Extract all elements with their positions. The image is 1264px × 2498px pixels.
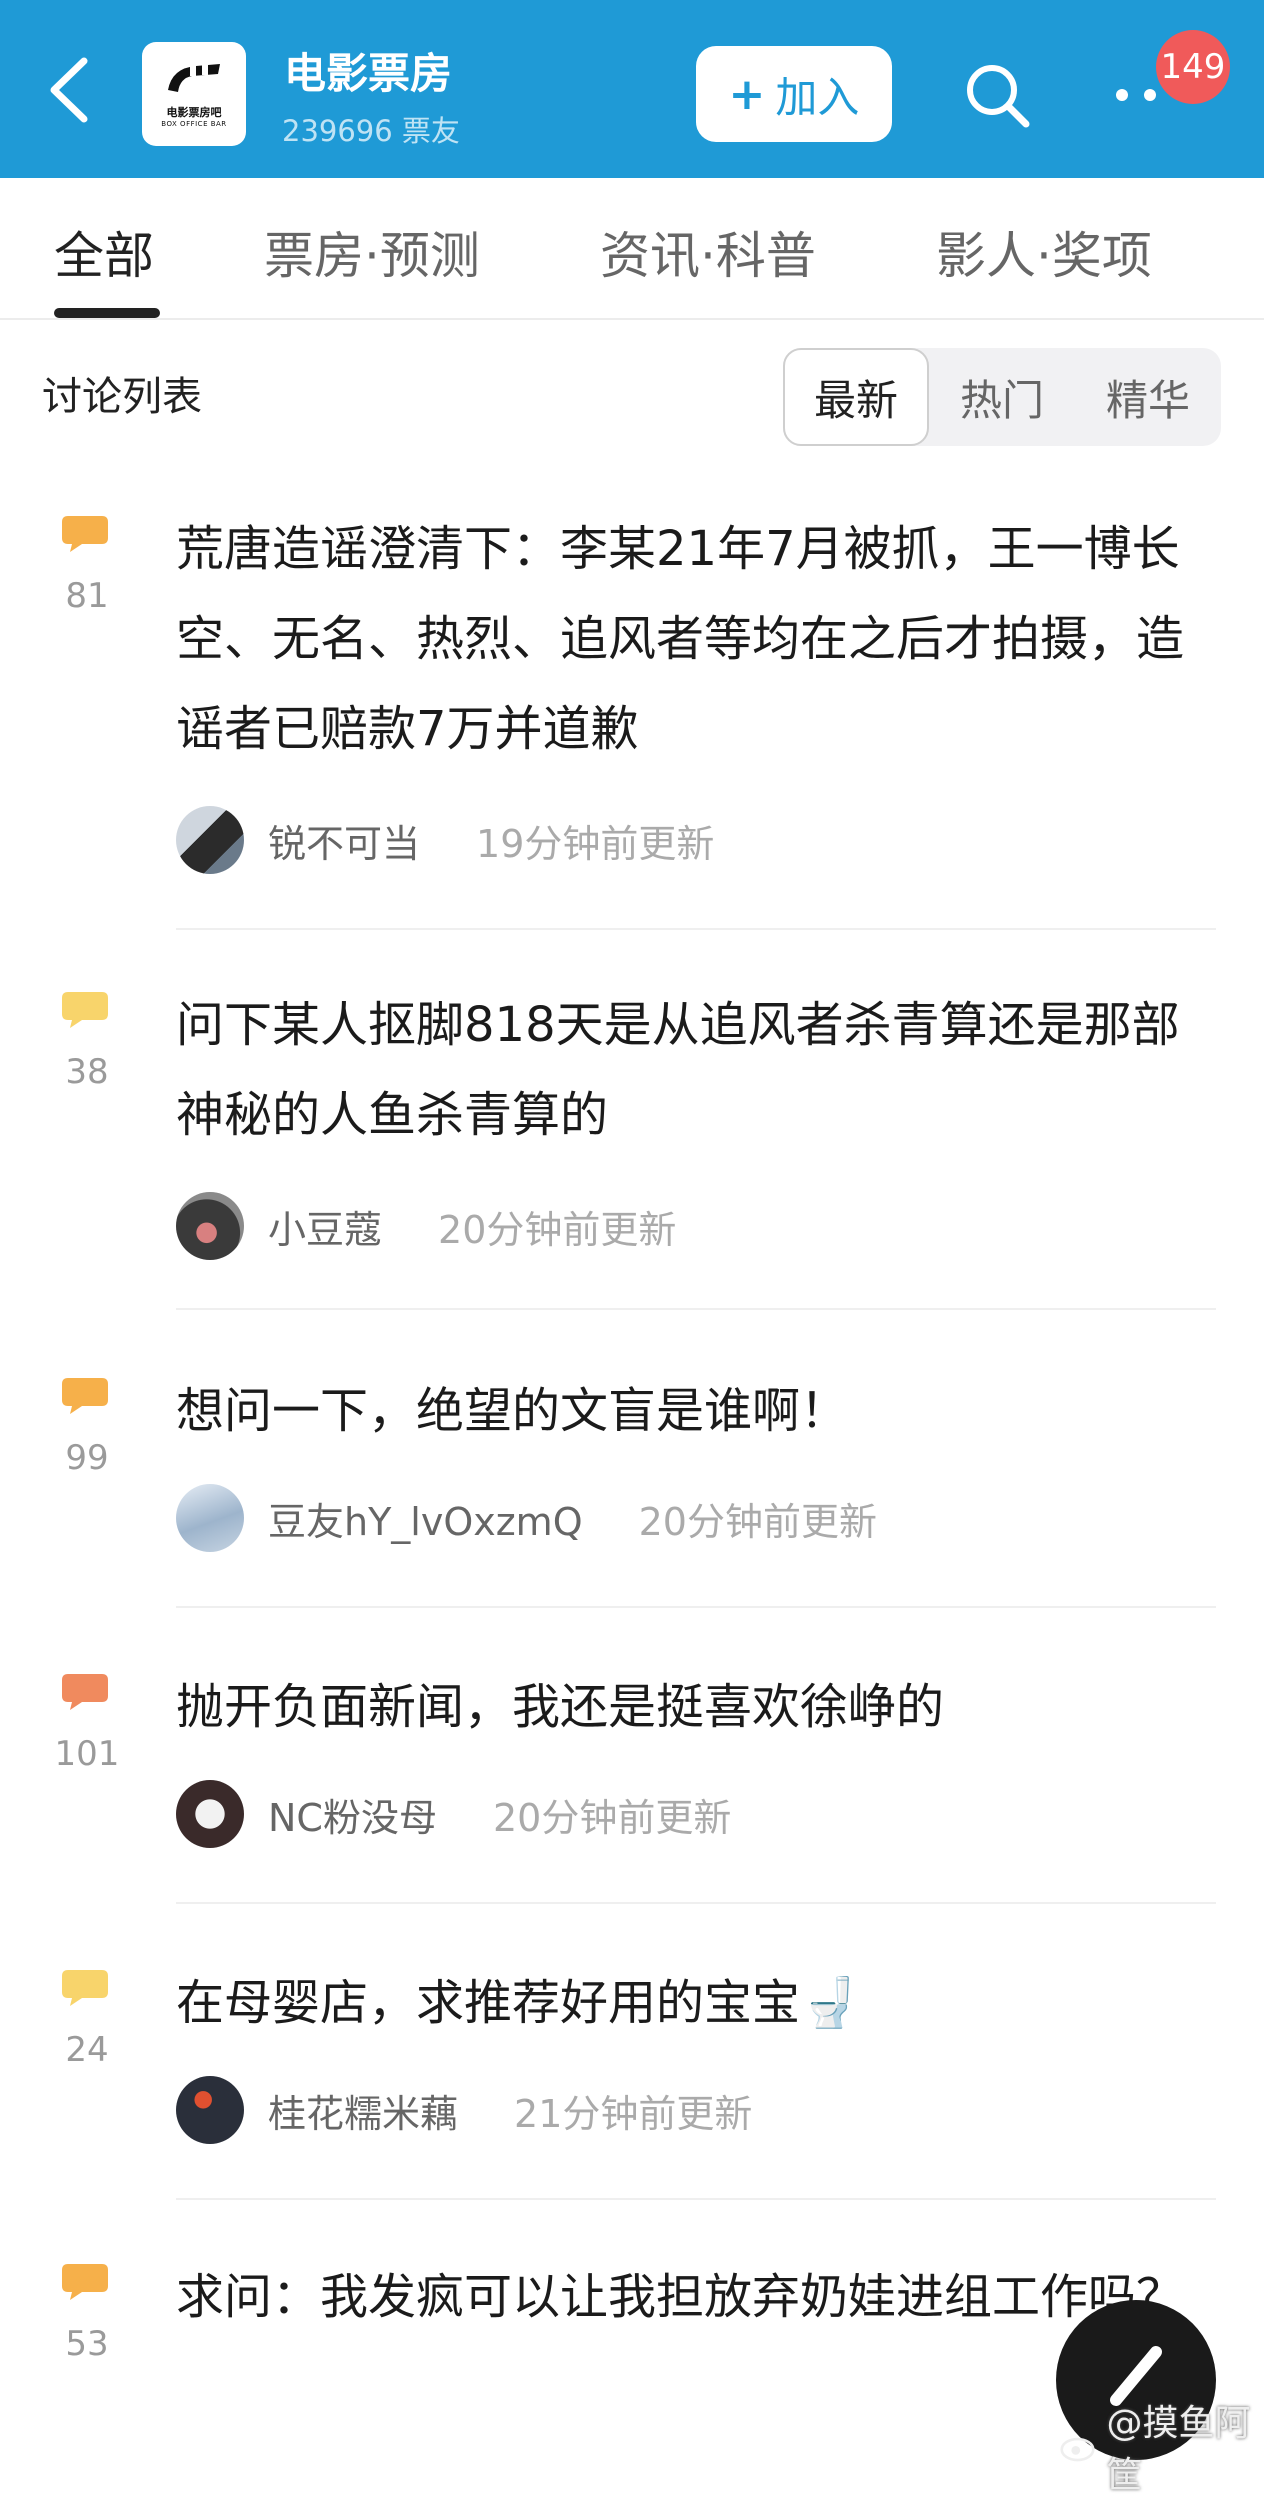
author-name[interactable]: 小豆蔻 [268,1199,382,1254]
divider [176,1606,1216,1608]
author-name[interactable]: 锐不可当 [268,813,420,868]
sort-toggle: 最新 热门 精华 [783,348,1221,446]
notification-badge[interactable]: 149 [1156,30,1230,104]
divider [176,928,1216,930]
watermark: @摸鱼阿筐 [1060,2394,1264,2498]
post-meta: NC粉没母 20分钟前更新 [176,1780,731,1848]
search-icon[interactable] [960,58,1036,134]
group-header: 电影票房吧 BOX OFFICE BAR 电影票房 239696 票友 + 加入… [0,0,1264,178]
update-time: 19分钟前更新 [476,813,714,868]
member-count: 239696 票友 [282,108,460,150]
post-title[interactable]: 求问：我发疯可以让我担放弃奶娃进组工作吗？ [176,2252,1196,2342]
comment-count: 53 [20,2324,154,2364]
tab-all[interactable]: 全部 [54,216,154,288]
group-name: 电影票房 [284,40,452,101]
avatar[interactable] [176,2076,244,2144]
active-tab-indicator [54,308,160,318]
tab-people-awards[interactable]: 影人·奖项 [936,216,1152,288]
comment-count: 81 [20,576,154,616]
comment-icon [62,516,108,552]
comment-icon [62,992,108,1028]
logo-text: 电影票房吧 [167,104,222,120]
comment-icon [62,1378,108,1414]
update-time: 21分钟前更新 [514,2083,752,2138]
sort-hot[interactable]: 热门 [929,348,1075,446]
discussion-list-title: 讨论列表 [42,364,202,422]
post-meta: 小豆蔻 20分钟前更新 [176,1192,676,1260]
post-meta: 桂花糯米藕 21分钟前更新 [176,2076,752,2144]
post-meta: 豆友hY_lvOxzmQ 20分钟前更新 [176,1484,877,1552]
plus-icon: + [729,69,766,120]
divider [176,2198,1216,2200]
comment-icon [62,1970,108,2006]
post-meta: 锐不可当 19分钟前更新 [176,806,714,874]
film-clapper-icon [162,60,226,100]
category-tabs: 全部 票房·预测 资讯·科普 影人·奖项 [0,178,1264,320]
join-button[interactable]: + 加入 [696,46,892,142]
divider [176,1902,1216,1904]
post-title[interactable]: 在母婴店，求推荐好用的宝宝🚽 [176,1958,1196,2048]
avatar[interactable] [176,1780,244,1848]
avatar[interactable] [176,1192,244,1260]
weibo-logo-icon [1060,2428,1099,2464]
update-time: 20分钟前更新 [639,1491,877,1546]
update-time: 20分钟前更新 [493,1787,731,1842]
group-logo[interactable]: 电影票房吧 BOX OFFICE BAR [142,42,246,146]
avatar[interactable] [176,1484,244,1552]
avatar[interactable] [176,806,244,874]
comment-count: 99 [20,1438,154,1478]
post-title[interactable]: 抛开负面新闻，我还是挺喜欢徐峥的 [176,1662,1196,1752]
join-label: 加入 [775,64,859,125]
back-arrow-icon[interactable] [40,55,100,125]
comment-icon [62,1674,108,1710]
comment-count: 24 [20,2030,154,2070]
divider [176,1308,1216,1310]
sort-latest[interactable]: 最新 [783,348,929,446]
update-time: 20分钟前更新 [438,1199,676,1254]
tab-news[interactable]: 资讯·科普 [600,216,816,288]
post-title[interactable]: 荒唐造谣澄清下：李某21年7月被抓，王一博长空、无名、热烈、追风者等均在之后才拍… [176,504,1196,774]
post-title[interactable]: 问下某人抠脚818天是从追风者杀青算还是那部神秘的人鱼杀青算的 [176,980,1196,1160]
comment-count: 101 [20,1734,154,1774]
comment-icon [62,2264,108,2300]
watermark-text: @摸鱼阿筐 [1107,2394,1264,2498]
author-name[interactable]: 桂花糯米藕 [268,2083,458,2138]
logo-subtext: BOX OFFICE BAR [161,120,226,128]
post-title[interactable]: 想问一下，绝望的文盲是谁啊！ [176,1366,1196,1456]
sort-featured[interactable]: 精华 [1075,348,1221,446]
tab-box-office[interactable]: 票房·预测 [264,216,480,288]
author-name[interactable]: NC粉没母 [268,1787,437,1842]
comment-count: 38 [20,1052,154,1092]
author-name[interactable]: 豆友hY_lvOxzmQ [268,1491,583,1546]
